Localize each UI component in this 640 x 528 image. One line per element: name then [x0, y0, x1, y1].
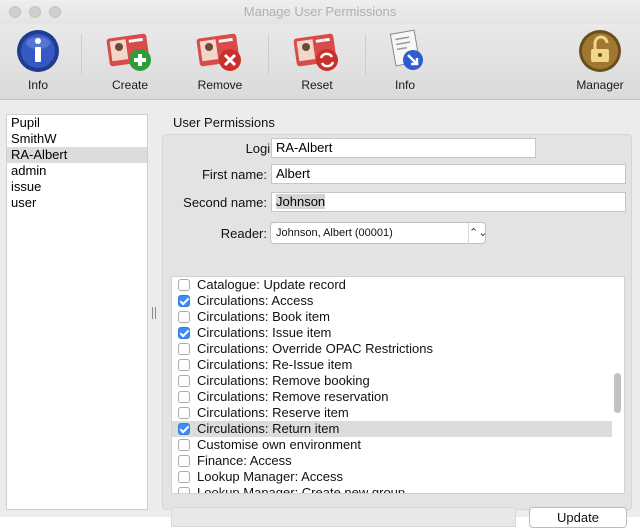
- manager-button[interactable]: Manager: [560, 24, 640, 100]
- permission-row[interactable]: Circulations: Book item: [172, 309, 612, 325]
- permission-label: Circulations: Re-Issue item: [197, 357, 353, 372]
- reset-button-label: Reset: [301, 78, 333, 92]
- info-button[interactable]: Info: [0, 24, 78, 100]
- permission-row[interactable]: Circulations: Override OPAC Restrictions: [172, 341, 612, 357]
- permission-row[interactable]: Customise own environment: [172, 437, 612, 453]
- permission-row[interactable]: Lookup Manager: Create new group: [172, 485, 612, 494]
- remove-button[interactable]: Remove: [180, 24, 260, 100]
- permission-label: Circulations: Return item: [197, 421, 340, 436]
- create-button-label: Create: [111, 78, 149, 92]
- permission-row-selected[interactable]: Circulations: Return item: [172, 421, 612, 437]
- permissions-list[interactable]: Catalogue: Update record Circulations: A…: [171, 276, 625, 494]
- permission-label: Circulations: Remove booking: [197, 373, 370, 388]
- remove-button-label: Remove: [197, 78, 243, 92]
- permission-checkbox[interactable]: [178, 455, 190, 467]
- split-view-handle[interactable]: [152, 307, 156, 319]
- user-card-remove-icon: [196, 33, 241, 71]
- document-arrow-icon: [389, 29, 423, 70]
- permission-checkbox[interactable]: [178, 311, 190, 323]
- permission-label: Finance: Access: [197, 453, 292, 468]
- window-title: Manage User Permissions: [243, 4, 397, 19]
- permission-row[interactable]: Circulations: Reserve item: [172, 405, 612, 421]
- reader-label: Reader:: [220, 226, 267, 241]
- user-list-item-selected[interactable]: RA-Albert: [7, 147, 147, 163]
- permission-label: Circulations: Book item: [197, 309, 330, 324]
- second-name-field[interactable]: Johnson: [271, 192, 626, 212]
- permission-checkbox[interactable]: [178, 375, 190, 387]
- info-detail-button[interactable]: Info: [365, 24, 445, 100]
- permission-checkbox-checked[interactable]: [178, 327, 190, 339]
- info-detail-button-label: Info: [394, 78, 415, 92]
- permission-checkbox[interactable]: [178, 391, 190, 403]
- user-list-item[interactable]: issue: [7, 179, 147, 195]
- user-card-add-icon: [106, 33, 151, 71]
- permission-label: Circulations: Access: [197, 293, 314, 308]
- second-name-label: Second name:: [183, 195, 267, 210]
- permission-row[interactable]: Lookup Manager: Access: [172, 469, 612, 485]
- reader-select[interactable]: Johnson, Albert (00001) ⌃⌄: [270, 222, 487, 244]
- permission-row[interactable]: Circulations: Remove reservation: [172, 389, 612, 405]
- status-field: [171, 507, 516, 527]
- toolbar-separator: [81, 34, 82, 76]
- permission-label: Circulations: Override OPAC Restrictions: [197, 341, 433, 356]
- permission-label: Circulations: Issue item: [197, 325, 332, 340]
- user-card-reset-icon: [293, 33, 338, 71]
- permission-checkbox[interactable]: [178, 359, 190, 371]
- manage-user-permissions-window: Manage User Permissions Info Create Remo…: [0, 0, 640, 528]
- user-permissions-panel: User Permissions Login: RA-Albert First …: [162, 112, 632, 528]
- permission-checkbox[interactable]: [178, 279, 190, 291]
- first-name-field[interactable]: Albert: [271, 164, 626, 184]
- permissions-scrollbar[interactable]: [614, 373, 621, 413]
- login-label: Login:: [245, 141, 281, 156]
- permission-label: Lookup Manager: Access: [197, 469, 343, 484]
- permission-row[interactable]: Circulations: Re-Issue item: [172, 357, 612, 373]
- user-list-item[interactable]: admin: [7, 163, 147, 179]
- permission-checkbox[interactable]: [178, 471, 190, 483]
- toolbar-separator: [268, 34, 269, 76]
- manager-button-label: Manager: [576, 78, 624, 92]
- user-list-item[interactable]: SmithW: [7, 131, 147, 147]
- user-list[interactable]: Pupil SmithW RA-Albert admin issue user: [6, 114, 148, 510]
- permission-checkbox[interactable]: [178, 439, 190, 451]
- login-field[interactable]: RA-Albert: [271, 138, 536, 158]
- permission-label: Customise own environment: [197, 437, 362, 452]
- permission-row[interactable]: Circulations: Issue item: [172, 325, 612, 341]
- reset-button[interactable]: Reset: [277, 24, 357, 100]
- permission-row[interactable]: Circulations: Remove booking: [172, 373, 612, 389]
- permission-label: Circulations: Reserve item: [197, 405, 349, 420]
- user-list-item[interactable]: user: [7, 195, 147, 211]
- info-circle-icon: [17, 30, 59, 72]
- permissions-box: Login: RA-Albert First name: Albert Seco…: [162, 134, 632, 528]
- info-button-label: Info: [27, 78, 48, 92]
- permissions-rows: Catalogue: Update record Circulations: A…: [172, 277, 612, 494]
- first-name-label: First name:: [201, 167, 267, 182]
- permission-checkbox[interactable]: [178, 407, 190, 419]
- permission-row[interactable]: Finance: Access: [172, 453, 612, 469]
- update-button[interactable]: Update: [529, 507, 627, 528]
- permission-label: Catalogue: Update record: [197, 277, 346, 292]
- permission-checkbox[interactable]: [178, 487, 190, 493]
- permission-checkbox-checked[interactable]: [178, 423, 190, 435]
- reader-select-value: Johnson, Albert (00001): [276, 227, 393, 239]
- user-list-item[interactable]: Pupil: [7, 115, 147, 131]
- permission-checkbox[interactable]: [178, 343, 190, 355]
- permission-label: Lookup Manager: Create new group: [197, 485, 406, 494]
- permission-row[interactable]: Circulations: Access: [172, 293, 612, 309]
- second-name-value: Johnson: [276, 194, 326, 209]
- title-bar: Manage User Permissions: [0, 0, 640, 24]
- permission-row[interactable]: Catalogue: Update record: [172, 277, 612, 293]
- create-button[interactable]: Create: [90, 24, 170, 100]
- toolbar: Info Create Remove Reset Info Manager: [0, 24, 640, 100]
- permission-checkbox-checked[interactable]: [178, 295, 190, 307]
- chevron-up-down-icon: ⌃⌄: [468, 223, 487, 243]
- permission-label: Circulations: Remove reservation: [197, 389, 389, 404]
- unlocked-padlock-icon: [579, 30, 621, 72]
- panel-title: User Permissions: [173, 115, 275, 130]
